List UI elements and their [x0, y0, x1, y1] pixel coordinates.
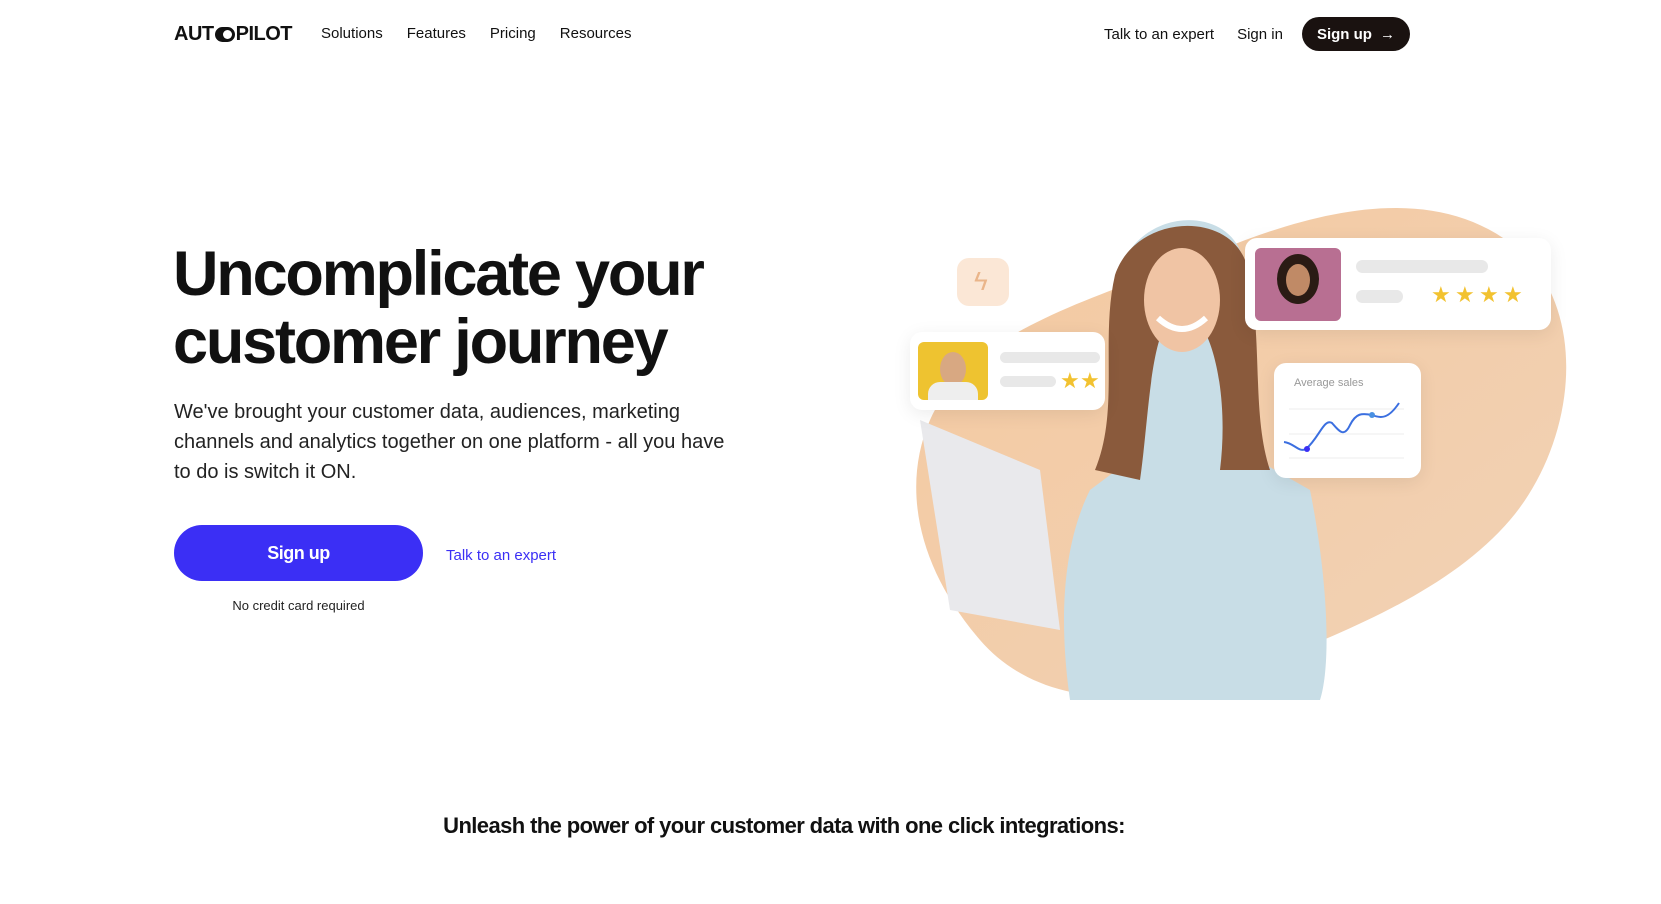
star-icon: ★: [1455, 282, 1475, 307]
top-nav: AUT PILOT Solutions Features Pricing Reso…: [0, 0, 1661, 68]
nav-sign-up-button[interactable]: Sign up →: [1301, 17, 1410, 51]
sign-in-link[interactable]: Sign in: [1237, 26, 1283, 43]
nav-links: Solutions Features Pricing Resources: [321, 25, 631, 42]
integrations-heading: Unleash the power of your customer data …: [443, 813, 1125, 838]
autopilot-logo[interactable]: AUT PILOT: [174, 23, 293, 46]
sales-sparkline: [1283, 402, 1404, 459]
talk-to-expert-link[interactable]: Talk to an expert: [1104, 26, 1214, 43]
average-sales-card: Average sales: [1274, 363, 1421, 478]
lightning-icon: ϟ: [957, 258, 1009, 306]
review-card-top: ★ ★ ★ ★: [1245, 238, 1551, 330]
star-icon: ★: [1060, 368, 1080, 393]
hero-lead: We've brought your customer data, audien…: [174, 401, 725, 483]
hero-sign-up-button[interactable]: Sign up: [174, 525, 423, 581]
avatar: [1255, 248, 1341, 321]
star-icon: ★: [1503, 282, 1523, 307]
page-title: Uncomplicate your customer journey: [173, 239, 705, 377]
arrow-right-icon: →: [1379, 25, 1395, 43]
star-icon: ★: [1431, 282, 1451, 307]
avatar: [918, 342, 988, 400]
title-line-1: Uncomplicate your: [173, 239, 705, 309]
nav-pricing[interactable]: Pricing: [490, 25, 536, 42]
hero-illustration: ϟ ★ ★ ★ ★ ★ ★ Average sales: [890, 190, 1590, 730]
nav-actions: Talk to an expert Sign in Sign up →: [1104, 17, 1410, 51]
hero-talk-to-expert-link[interactable]: Talk to an expert: [446, 547, 556, 564]
star-icon: ★: [1080, 368, 1100, 393]
no-credit-card-note: No credit card required: [232, 598, 365, 613]
toggle-icon: [214, 27, 235, 42]
nav-solutions[interactable]: Solutions: [321, 25, 383, 42]
sign-up-label: Sign up: [1316, 25, 1372, 43]
nav-resources[interactable]: Resources: [560, 25, 632, 42]
review-card-left: ★ ★: [910, 332, 1105, 410]
title-line-2: customer journey: [173, 307, 669, 377]
star-icon: ★: [1479, 282, 1499, 307]
nav-features[interactable]: Features: [407, 25, 466, 42]
